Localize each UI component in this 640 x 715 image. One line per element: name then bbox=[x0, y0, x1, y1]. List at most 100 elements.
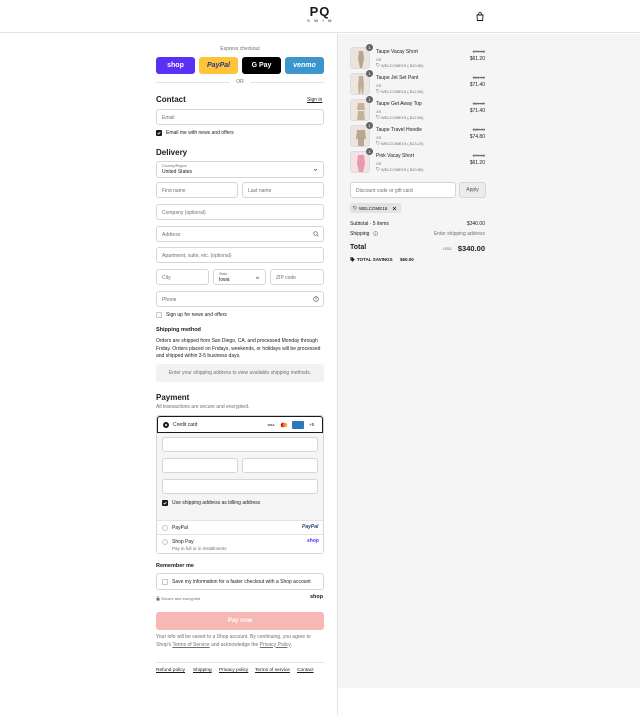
card-expiry-field[interactable] bbox=[162, 458, 238, 473]
footer-divider bbox=[156, 662, 324, 663]
city-field[interactable]: City bbox=[156, 269, 209, 285]
summary-bottom-filler bbox=[337, 688, 640, 715]
close-icon[interactable] bbox=[392, 206, 397, 211]
item-name: Taupe Jet Set Pant bbox=[376, 75, 419, 81]
last-name-field[interactable]: Last name bbox=[242, 182, 324, 198]
shop-pay-option-label: Shop Pay bbox=[172, 539, 194, 545]
card-form: Use shipping address as billing address bbox=[157, 433, 323, 521]
credit-card-option[interactable]: Credit card VISA +5 bbox=[157, 416, 323, 433]
state-select[interactable]: State Iowa bbox=[213, 269, 266, 285]
card-number-field[interactable] bbox=[162, 437, 318, 452]
sms-news-label: Sign up for news and offers bbox=[166, 312, 227, 318]
privacy-policy-footer-link[interactable]: Privacy policy bbox=[219, 668, 248, 673]
terms-of-service-link[interactable]: Terms of Service bbox=[172, 642, 209, 648]
item-discount: WELCOME15 (-$13.20) bbox=[381, 141, 424, 146]
address-field[interactable]: Address bbox=[156, 226, 324, 242]
amex-icon bbox=[292, 421, 304, 429]
google-pay-express-button[interactable]: G Pay bbox=[242, 57, 281, 74]
card-name-field[interactable] bbox=[162, 479, 318, 494]
payment-methods-group: Credit card VISA +5 Use shipping address… bbox=[156, 415, 324, 554]
shipping-link[interactable]: Shipping bbox=[193, 668, 212, 673]
privacy-policy-link[interactable]: Privacy Policy bbox=[260, 642, 291, 648]
shipping-notice-text: Enter your shipping address to view avai… bbox=[168, 370, 312, 376]
info-icon[interactable] bbox=[373, 231, 378, 236]
express-checkout-label: Express checkout bbox=[220, 46, 260, 52]
item-discount: WELCOME15 (-$12.60) bbox=[381, 115, 424, 120]
shop-pay-option[interactable]: Shop Pay Pay in full or in installments … bbox=[157, 535, 323, 553]
remember-me-checkbox[interactable] bbox=[162, 579, 168, 585]
sign-in-link[interactable]: Sign in bbox=[307, 97, 322, 103]
item-size: XS bbox=[376, 83, 382, 88]
help-icon[interactable] bbox=[313, 296, 319, 302]
apply-button[interactable]: Apply bbox=[459, 182, 486, 198]
refund-policy-link[interactable]: Refund policy bbox=[156, 668, 185, 673]
contact-link[interactable]: Contact bbox=[297, 668, 314, 673]
applied-discount-chip: WELCOME15 bbox=[350, 203, 402, 213]
checkout-form: Express checkout shop PayPal G Pay venmo… bbox=[0, 34, 337, 715]
item-discount: WELCOME15 (-$10.80) bbox=[381, 63, 424, 68]
item-price: $71.40 bbox=[469, 82, 485, 88]
pay-now-label: Pay now bbox=[227, 618, 253, 624]
paypal-option[interactable]: PayPal PayPal bbox=[157, 521, 323, 535]
apartment-field[interactable]: Apartment, suite, etc. (optional) bbox=[156, 247, 324, 263]
company-field[interactable]: Company (optional) bbox=[156, 204, 324, 220]
contact-heading: Contact bbox=[156, 95, 186, 104]
email-placeholder: Email bbox=[162, 115, 175, 121]
first-name-placeholder: First name bbox=[162, 188, 186, 194]
payment-heading: Payment bbox=[156, 393, 190, 402]
mastercard-icon bbox=[280, 422, 288, 428]
lock-icon bbox=[156, 596, 160, 601]
email-field[interactable]: Email bbox=[156, 109, 324, 125]
shipping-methods-notice: Enter your shipping address to view avai… bbox=[156, 364, 324, 382]
item-size: XS bbox=[376, 57, 382, 62]
shipping-label: Shipping bbox=[350, 231, 370, 237]
card-cvv-field[interactable] bbox=[242, 458, 318, 473]
billing-same-label: Use shipping address as billing address bbox=[172, 500, 261, 506]
site-header: PQ SWIM bbox=[0, 0, 640, 33]
item-original-price: $84.00 bbox=[472, 101, 485, 106]
delivery-heading: Delivery bbox=[156, 148, 188, 157]
apply-label: Apply bbox=[466, 187, 479, 193]
apartment-placeholder: Apartment, suite, etc. (optional) bbox=[162, 253, 232, 259]
venmo-express-button[interactable]: venmo bbox=[285, 57, 324, 74]
country-value: United States bbox=[162, 169, 193, 175]
country-select[interactable]: Country/Region United States bbox=[156, 161, 324, 178]
check-icon bbox=[163, 501, 167, 505]
first-name-field[interactable]: First name bbox=[156, 182, 238, 198]
item-discount: WELCOME15 (-$12.60) bbox=[381, 89, 424, 94]
remember-me-box[interactable]: Save my information for a faster checkou… bbox=[156, 573, 324, 590]
terms-of-service-footer-link[interactable]: Terms of service bbox=[255, 668, 290, 673]
store-logo[interactable]: PQ SWIM bbox=[302, 5, 338, 23]
item-name: Taupe Vacay Short bbox=[376, 49, 418, 55]
pay-now-button[interactable]: Pay now bbox=[156, 612, 324, 630]
state-value: Iowa bbox=[219, 277, 230, 283]
shipping-method-heading: Shipping method bbox=[156, 327, 201, 333]
shopping-bag-icon[interactable] bbox=[476, 12, 484, 21]
shipping-value: Enter shipping address bbox=[433, 231, 485, 237]
sms-news-checkbox[interactable] bbox=[156, 312, 162, 318]
country-label: Country/Region bbox=[162, 164, 187, 168]
paypal-express-button[interactable]: PayPal bbox=[199, 57, 238, 74]
logo-main-text: PQ bbox=[309, 4, 331, 19]
email-news-checkbox[interactable] bbox=[156, 130, 162, 136]
billing-same-checkbox[interactable] bbox=[162, 500, 168, 506]
phone-field[interactable]: Phone bbox=[156, 291, 324, 307]
credit-card-radio[interactable] bbox=[163, 422, 169, 428]
quantity-badge: 1 bbox=[366, 96, 373, 103]
item-price: $74.80 bbox=[469, 134, 485, 140]
visa-icon: VISA bbox=[267, 423, 275, 427]
shop-pay-express-button[interactable]: shop bbox=[156, 57, 195, 74]
total-value: $340.00 bbox=[457, 244, 485, 253]
shop-pay-radio[interactable] bbox=[162, 539, 168, 545]
zip-placeholder: ZIP code bbox=[276, 275, 296, 281]
applied-code: WELCOME15 bbox=[359, 205, 388, 211]
quantity-badge: 1 bbox=[366, 148, 373, 155]
zip-field[interactable]: ZIP code bbox=[270, 269, 324, 285]
chevron-down-icon bbox=[255, 276, 260, 279]
paypal-radio[interactable] bbox=[162, 525, 168, 531]
address-placeholder: Address bbox=[162, 232, 181, 238]
total-label: Total bbox=[350, 244, 367, 251]
email-news-label: Email me with news and offers bbox=[166, 130, 234, 136]
shop-logo: shop bbox=[310, 594, 324, 600]
discount-code-field[interactable]: Discount code or gift card bbox=[350, 182, 456, 198]
